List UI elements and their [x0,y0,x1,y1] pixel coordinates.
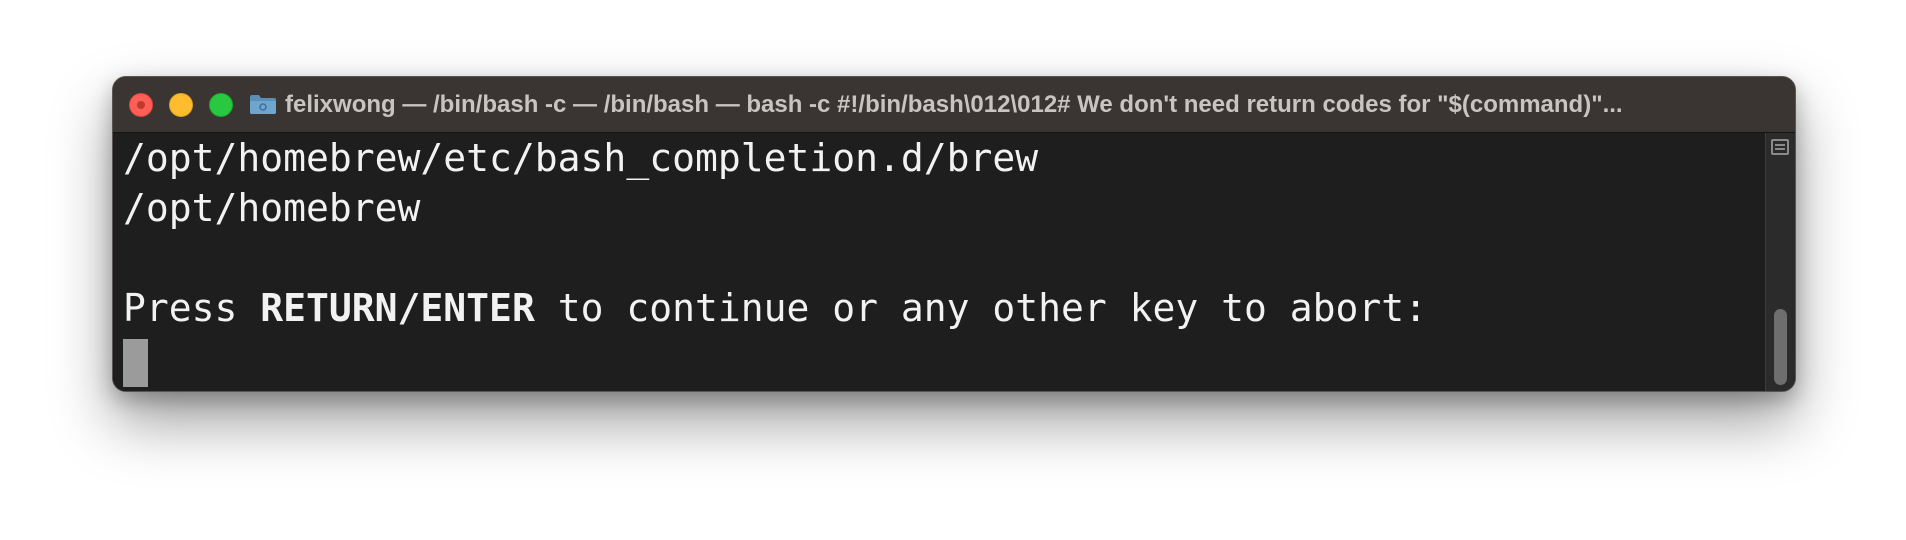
text-cursor [123,339,148,387]
prompt-line: Press RETURN/ENTER to continue or any ot… [123,283,1427,333]
window-title: felixwong — /bin/bash -c — /bin/bash — b… [285,91,1623,118]
scroll-thumb[interactable] [1774,309,1787,385]
scrollbar[interactable] [1765,133,1795,391]
title-bar[interactable]: felixwong — /bin/bash -c — /bin/bash — b… [113,77,1795,133]
zoom-button[interactable] [209,93,233,117]
list-icon[interactable] [1771,139,1789,155]
minimize-button[interactable] [169,93,193,117]
folder-icon [250,95,276,114]
output-line: /opt/homebrew/etc/bash_completion.d/brew [123,136,1039,180]
output-line: /opt/homebrew [123,186,421,230]
prompt-key-label: RETURN/ENTER [260,286,535,330]
prompt-suffix: to continue or any other key to abort: [534,286,1428,330]
terminal-output[interactable]: /opt/homebrew/etc/bash_completion.d/brew… [113,133,1765,391]
close-button[interactable] [129,93,153,117]
terminal-window: felixwong — /bin/bash -c — /bin/bash — b… [112,76,1796,392]
prompt-prefix: Press [123,286,261,330]
